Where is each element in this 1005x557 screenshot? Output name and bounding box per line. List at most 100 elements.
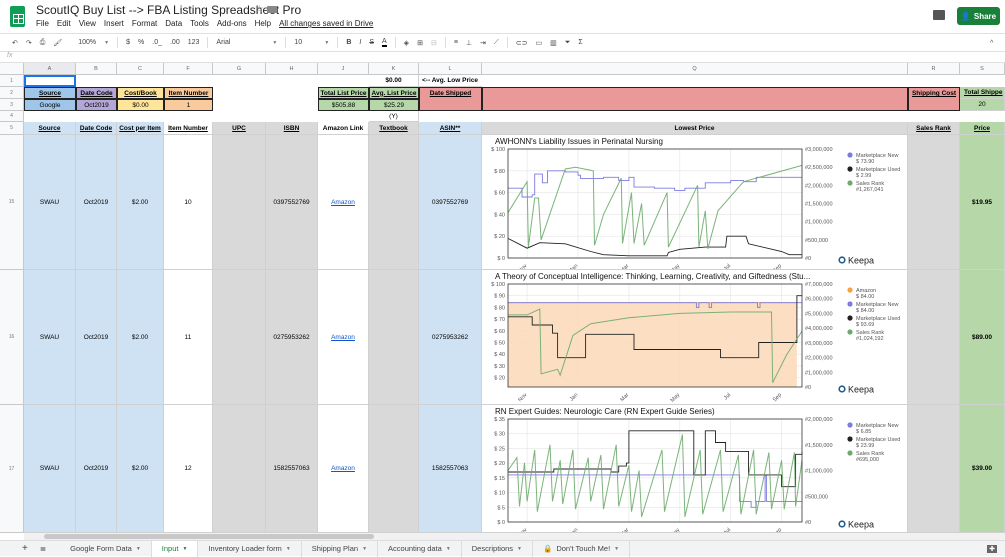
star-icon[interactable]: ☆ xyxy=(255,4,264,15)
add-sheet-icon[interactable]: + xyxy=(0,543,36,554)
text-color-button[interactable]: A xyxy=(382,38,387,47)
undo-icon[interactable]: ↶ xyxy=(12,39,18,47)
textbook-flag[interactable]: (Y) xyxy=(369,111,419,122)
asin-cell[interactable]: 1582557063 xyxy=(419,405,482,533)
cost-book-label[interactable]: Cost/Book xyxy=(117,87,164,99)
font-select[interactable]: Arial xyxy=(216,39,264,46)
lowest-price-chart-cell[interactable]: AWHONN's Liability Issues in Perinatal N… xyxy=(482,135,908,270)
text-rotate-icon[interactable]: ⟋ xyxy=(494,39,499,47)
header-price[interactable]: Price xyxy=(960,122,1005,135)
amazon-link-cell[interactable]: Amazon xyxy=(318,405,369,533)
folder-icon[interactable] xyxy=(267,6,277,13)
tab-input[interactable]: Input ▼ xyxy=(151,540,199,557)
column-header-f[interactable]: F xyxy=(164,63,213,75)
menu-view[interactable]: View xyxy=(79,19,96,28)
sales-rank-cell[interactable] xyxy=(908,135,960,270)
cost-cell[interactable]: $2.00 xyxy=(117,135,164,270)
insert-comment-icon[interactable]: ▭ xyxy=(536,39,543,47)
item-number-value[interactable]: 1 xyxy=(164,99,213,111)
avg-low-price-label[interactable]: <-- Avg. Low Price xyxy=(419,75,482,87)
lowest-price-chart-cell[interactable]: A Theory of Conceptual Intelligence: Thi… xyxy=(482,270,908,405)
strikethrough-button[interactable]: S xyxy=(369,39,374,46)
source-value[interactable]: Google xyxy=(24,99,76,111)
menu-addons[interactable]: Add-ons xyxy=(217,19,247,28)
shipping-cost-label[interactable]: Shipping Cost xyxy=(908,87,960,111)
cost-book-value[interactable]: $0.00 xyxy=(117,99,164,111)
header-source[interactable]: Source xyxy=(24,122,76,135)
date-code-cell[interactable]: Oct2019 xyxy=(76,135,117,270)
isbn-cell[interactable]: 1582557063 xyxy=(266,405,318,533)
header-amazon-link[interactable]: Amazon Link xyxy=(318,122,369,135)
source-label[interactable]: Source xyxy=(24,87,76,99)
header-cost-per-item[interactable]: Cost per Item xyxy=(117,122,164,135)
column-header-a[interactable]: A xyxy=(24,63,76,75)
column-header-g[interactable]: G xyxy=(213,63,266,75)
sheets-logo-icon[interactable] xyxy=(10,6,25,27)
tab-google-form-data[interactable]: Google Form Data ▼ xyxy=(60,540,152,557)
select-all-corner[interactable] xyxy=(0,63,24,75)
explore-icon[interactable]: ✚ xyxy=(987,544,997,553)
date-code-cell[interactable]: Oct2019 xyxy=(76,405,117,533)
row-header[interactable]: 15 xyxy=(0,135,24,270)
fill-color-icon[interactable]: ◈ xyxy=(404,39,409,47)
filter-icon[interactable]: ⏷ xyxy=(565,39,571,47)
price-cell[interactable]: $39.00 xyxy=(960,405,1005,533)
bold-button[interactable]: B xyxy=(346,39,351,46)
source-cell[interactable]: SWAU xyxy=(24,270,76,405)
source-cell[interactable]: SWAU xyxy=(24,135,76,270)
upc-cell[interactable] xyxy=(213,135,266,270)
row-header[interactable]: 5 xyxy=(0,122,24,135)
print-icon[interactable]: ⎙ xyxy=(40,39,46,47)
functions-icon[interactable]: Σ xyxy=(578,39,582,46)
avg-list-price-label[interactable]: Avg. List Price xyxy=(369,87,419,99)
horizontal-align-icon[interactable]: ≡ xyxy=(454,39,458,46)
row-header[interactable]: 3 xyxy=(0,99,24,111)
textbook-cell[interactable] xyxy=(369,135,419,270)
price-cell[interactable]: $19.95 xyxy=(960,135,1005,270)
currency-button[interactable]: $ xyxy=(126,39,130,46)
item-number-cell[interactable]: 11 xyxy=(164,270,213,405)
tab-shipping-plan[interactable]: Shipping Plan ▼ xyxy=(302,540,379,557)
menu-file[interactable]: File xyxy=(36,19,49,28)
redo-icon[interactable]: ↷ xyxy=(26,39,32,47)
zoom-select[interactable]: 100% xyxy=(78,39,96,46)
textbook-cell[interactable] xyxy=(369,405,419,533)
lowest-price-chart-cell[interactable]: RN Expert Guides: Neurologic Care (RN Ex… xyxy=(482,405,908,533)
item-number-cell[interactable]: 10 xyxy=(164,135,213,270)
header-sales-rank[interactable]: Sales Rank xyxy=(908,122,960,135)
amazon-link-cell[interactable]: Amazon xyxy=(318,135,369,270)
header-isbn[interactable]: ISBN xyxy=(266,122,318,135)
borders-icon[interactable]: ⊞ xyxy=(417,39,423,47)
avg-low-price-value[interactable]: $0.00 xyxy=(369,75,419,87)
column-header-h[interactable]: H xyxy=(266,63,318,75)
asin-cell[interactable]: 0397552769 xyxy=(419,135,482,270)
date-code-label[interactable]: Date Code xyxy=(76,87,117,99)
date-code-value[interactable]: Oct2019 xyxy=(76,99,117,111)
sales-rank-cell[interactable] xyxy=(908,405,960,533)
item-number-label[interactable]: Item Number xyxy=(164,87,213,99)
header-lowest-price[interactable]: Lowest Price xyxy=(482,122,908,135)
date-shipped-label[interactable]: Date Shipped xyxy=(419,87,482,111)
cost-cell[interactable]: $2.00 xyxy=(117,405,164,533)
row-header[interactable]: 16 xyxy=(0,270,24,405)
row-header[interactable]: 1 xyxy=(0,75,24,87)
row-header[interactable]: 4 xyxy=(0,111,24,122)
amazon-link-cell[interactable]: Amazon xyxy=(318,270,369,405)
font-size-select[interactable]: 10 xyxy=(294,39,316,46)
header-textbook[interactable]: Textbook xyxy=(369,122,419,135)
paint-format-icon[interactable]: 🖌 xyxy=(53,39,62,47)
upc-cell[interactable] xyxy=(213,270,266,405)
avg-list-price-value[interactable]: $25.29 xyxy=(369,99,419,111)
menu-data[interactable]: Data xyxy=(165,19,182,28)
row-header[interactable]: 2 xyxy=(0,87,24,99)
tab-accounting-data[interactable]: Accounting data ▼ xyxy=(378,540,462,557)
collapse-menu-icon[interactable]: ^ xyxy=(990,40,993,47)
column-header-j[interactable]: J xyxy=(318,63,369,75)
header-upc[interactable]: UPC xyxy=(213,122,266,135)
amazon-link[interactable]: Amazon xyxy=(331,199,355,206)
header-item-number[interactable]: Item Number xyxy=(164,122,213,135)
column-header-r[interactable]: R xyxy=(908,63,960,75)
column-header-k[interactable]: K xyxy=(369,63,419,75)
selected-cell-a1[interactable] xyxy=(24,75,76,87)
decrease-decimal-button[interactable]: .0_ xyxy=(152,39,162,46)
